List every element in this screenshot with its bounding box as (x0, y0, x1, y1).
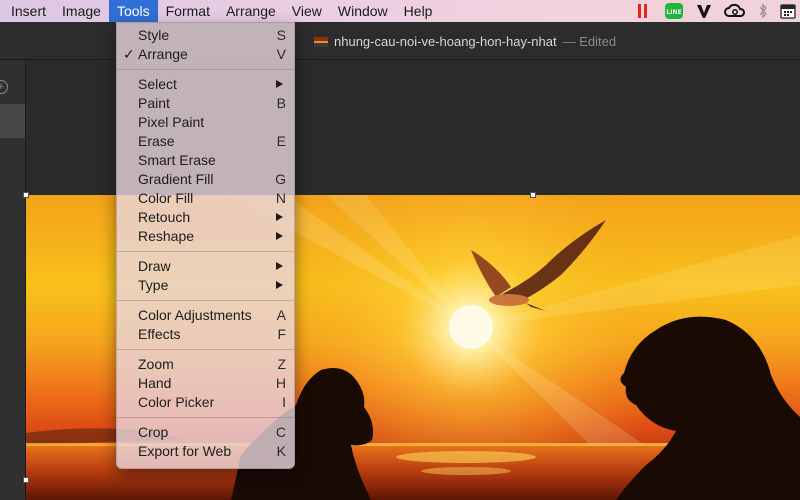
menu-item-label: Color Fill (138, 190, 194, 206)
submenu-arrow-icon (276, 80, 283, 88)
menu-item-export-for-web[interactable]: Export for Web K (117, 442, 294, 461)
menu-item-color-adjustments[interactable]: Color Adjustments A (117, 306, 294, 325)
menu-item-label: Hand (138, 375, 172, 391)
menu-item-label: Select (138, 76, 177, 92)
menu-item-shortcut: C (275, 424, 286, 440)
menu-item-shortcut: S (276, 27, 286, 43)
menu-item-erase[interactable]: Erase E (117, 132, 294, 151)
menu-item-label: Effects (138, 326, 181, 342)
document-name: nhung-cau-noi-ve-hoang-hon-hay-nhat (334, 34, 557, 49)
menu-item-paint[interactable]: Paint B (117, 94, 294, 113)
menu-item-label: Zoom (138, 356, 174, 372)
menu-item-crop[interactable]: Crop C (117, 423, 294, 442)
menu-item-label: Reshape (138, 228, 195, 244)
menu-tools[interactable]: Tools (108, 0, 158, 22)
selection-handle-top-left[interactable] (23, 192, 29, 198)
menu-bar: Insert Image Tools Format Arrange View W… (0, 0, 800, 22)
menu-item-zoom[interactable]: Zoom Z (117, 355, 294, 374)
menu-item-shortcut: A (276, 307, 286, 323)
selection-handle-bottom-left[interactable] (23, 477, 29, 483)
menu-insert[interactable]: Insert (0, 0, 54, 22)
menu-separator (117, 349, 294, 350)
menu-item-shortcut: E (276, 133, 286, 149)
menu-item-label: Style (138, 27, 170, 43)
add-layer-icon[interactable]: + (0, 80, 8, 94)
menu-view[interactable]: View (284, 0, 330, 22)
submenu-arrow-icon (276, 213, 283, 221)
line-icon[interactable]: LINE (664, 0, 684, 22)
menu-item-label: Retouch (138, 209, 191, 225)
menu-item-shortcut: H (275, 375, 286, 391)
creative-cloud-icon[interactable] (724, 0, 746, 22)
menu-item-shortcut: B (276, 95, 286, 111)
menu-item-label: Smart Erase (138, 152, 216, 168)
menu-item-label: Pixel Paint (138, 114, 205, 130)
menu-item-hand[interactable]: Hand H (117, 374, 294, 393)
menu-item-reshape[interactable]: Reshape (117, 227, 294, 246)
status-icons: LINE (632, 0, 800, 22)
menu-arrange[interactable]: Arrange (218, 0, 284, 22)
menu-item-smart-erase[interactable]: Smart Erase (117, 151, 294, 170)
document-thumbnail-icon (314, 36, 328, 47)
menu-help[interactable]: Help (396, 0, 441, 22)
menu-item-shortcut: N (275, 190, 286, 206)
bluetooth-icon[interactable] (758, 0, 768, 22)
layers-sidebar: + (0, 60, 26, 500)
menu-item-draw[interactable]: Draw (117, 257, 294, 276)
parallels-icon[interactable] (638, 0, 648, 22)
menu-item-label: Gradient Fill (138, 171, 214, 187)
document-edited-status: — Edited (562, 34, 617, 49)
menu-item-shortcut: K (276, 443, 286, 459)
submenu-arrow-icon (276, 262, 283, 270)
menu-item-gradient-fill[interactable]: Gradient Fill G (117, 170, 294, 189)
menu-item-label: Crop (138, 424, 169, 440)
menu-item-shortcut: Z (277, 356, 286, 372)
menu-item-style[interactable]: Style S (117, 26, 294, 45)
menu-item-color-picker[interactable]: Color Picker I (117, 393, 294, 412)
selected-layer-row[interactable] (0, 104, 25, 138)
menu-format[interactable]: Format (158, 0, 218, 22)
menu-separator (117, 69, 294, 70)
menu-item-label: Draw (138, 258, 171, 274)
menu-item-color-fill[interactable]: Color Fill N (117, 189, 294, 208)
menu-item-shortcut: G (275, 171, 286, 187)
document-title[interactable]: nhung-cau-noi-ve-hoang-hon-hay-nhat — Ed… (314, 34, 616, 49)
menu-item-select[interactable]: Select (117, 75, 294, 94)
menu-item-label: Erase (138, 133, 175, 149)
selection-handle-top-center[interactable] (530, 192, 536, 198)
svg-text:LINE: LINE (666, 9, 681, 16)
checkmark-icon: ✓ (123, 46, 135, 62)
menu-item-shortcut: V (276, 46, 286, 62)
menu-item-type[interactable]: Type (117, 276, 294, 295)
vectorize-v-icon[interactable] (696, 0, 712, 22)
submenu-arrow-icon (276, 232, 283, 240)
menu-item-label: Type (138, 277, 169, 293)
menu-item-label: Paint (138, 95, 170, 111)
menu-item-shortcut: I (282, 394, 286, 410)
tools-dropdown-menu: Style S ✓ Arrange V Select Paint B Pixel Pai… (116, 22, 295, 469)
calendar-icon[interactable] (780, 0, 796, 22)
menu-item-label: Arrange (138, 46, 188, 62)
menu-item-pixel-paint[interactable]: Pixel Paint (117, 113, 294, 132)
menu-item-shortcut: F (277, 326, 286, 342)
menu-item-effects[interactable]: Effects F (117, 325, 294, 344)
menu-item-label: Export for Web (138, 443, 232, 459)
menu-item-retouch[interactable]: Retouch (117, 208, 294, 227)
menu-image[interactable]: Image (54, 0, 109, 22)
menu-item-label: Color Picker (138, 394, 215, 410)
menu-separator (117, 417, 294, 418)
submenu-arrow-icon (276, 281, 283, 289)
menu-item-label: Color Adjustments (138, 307, 252, 323)
menu-separator (117, 251, 294, 252)
menu-window[interactable]: Window (330, 0, 396, 22)
menu-item-arrange[interactable]: ✓ Arrange V (117, 45, 294, 64)
menu-separator (117, 300, 294, 301)
